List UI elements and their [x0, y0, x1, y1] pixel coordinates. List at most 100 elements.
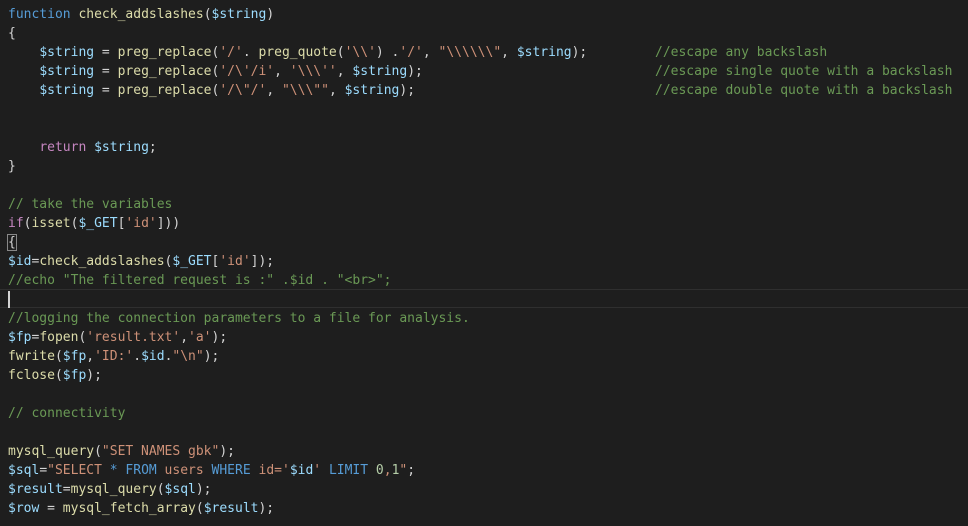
function-call: mysql_query [8, 444, 95, 459]
sql-string: users [156, 463, 212, 478]
sql-string: "SELECT [47, 463, 110, 478]
string-literal: '/\"/' [219, 83, 267, 98]
code-line: { [7, 233, 17, 252]
keyword-return: return [39, 140, 87, 155]
brace: } [8, 159, 16, 174]
statement-end: ); [203, 349, 220, 364]
operator: = [39, 501, 63, 516]
variable: $string [39, 83, 95, 98]
variable: $string [94, 140, 149, 155]
current-line[interactable] [0, 289, 968, 308]
brace: { [8, 26, 16, 41]
inline-comment: //escape single quote with a backslash [655, 64, 953, 79]
variable: $string [516, 45, 572, 60]
function-call: preg_replace [117, 45, 212, 60]
comma: , [86, 349, 95, 364]
comma: , [266, 83, 282, 98]
string-literal: 'ID:' [94, 349, 134, 364]
sql-string: , [383, 463, 392, 478]
code-line: { [8, 24, 16, 43]
function-call: preg_quote [258, 45, 337, 60]
code-line: mysql_query("SET NAMES gbk"); [8, 442, 235, 461]
sql-string: ' [313, 463, 329, 478]
function-call: fwrite [8, 349, 55, 364]
paren: ( [336, 45, 345, 60]
operator: . [133, 349, 142, 364]
paren: ( [195, 501, 204, 516]
variable: $string [352, 64, 408, 79]
sql-string: id= [250, 463, 282, 478]
string-literal: '/' [219, 45, 243, 60]
comma: , [336, 64, 353, 79]
variable: $fp [8, 330, 32, 345]
string-literal: '/\'/i' [219, 64, 275, 79]
code-line: $string = preg_replace('/\'/i', '\\\'', … [8, 62, 423, 81]
operator: = [62, 482, 71, 497]
statement-end: ; [407, 463, 416, 478]
string-literal: 'id' [219, 254, 251, 269]
statement-end: ); [399, 83, 416, 98]
comma: , [422, 45, 439, 60]
string-literal: "\n" [172, 349, 204, 364]
string-literal: '\\\'' [289, 64, 337, 79]
sql-keyword: * [109, 463, 118, 478]
code-line-comment: // connectivity [8, 406, 126, 421]
paren: ( [203, 7, 212, 22]
function-call: isset [31, 216, 71, 231]
sql-string: ' [281, 463, 290, 478]
code-line: $sql="SELECT * FROM users WHERE id='$id'… [8, 461, 415, 480]
bracket: ]); [250, 254, 275, 269]
function-call: mysql_fetch_array [62, 501, 196, 516]
function-call: check_addslashes [39, 254, 165, 269]
sql-keyword: LIMIT [328, 463, 369, 478]
variable: $id [289, 463, 314, 478]
paren: ( [94, 444, 102, 459]
variable: $fp [62, 349, 87, 364]
comma: , [328, 83, 345, 98]
variable: $id [8, 254, 32, 269]
code-line: } [8, 157, 16, 176]
function-call: mysql_query [70, 482, 157, 497]
string-literal: "\\\"" [281, 83, 329, 98]
bracket: ])) [156, 216, 181, 231]
statement-end: ); [211, 330, 228, 345]
comma: , [180, 330, 189, 345]
code-line: $string = preg_replace('/'. preg_quote('… [8, 43, 587, 62]
paren: ) [266, 7, 275, 22]
code-line-comment: //echo "The filtered request is :" .$id … [8, 273, 392, 288]
variable: $string [39, 64, 95, 79]
variable: $result [8, 482, 63, 497]
variable: $id [141, 349, 165, 364]
paren: ( [156, 482, 165, 497]
inline-comment: //escape double quote with a backslash [655, 83, 953, 98]
variable: $_GET [78, 216, 118, 231]
function-call: fopen [39, 330, 79, 345]
string-literal: 'a' [188, 330, 212, 345]
code-editor[interactable]: function check_addslashes($string) { $st… [0, 0, 968, 526]
variable: $row [8, 501, 40, 516]
statement-end: ; [148, 140, 157, 155]
code-line: fwrite($fp,'ID:'.$id."\n"); [8, 347, 219, 366]
code-line: $row = mysql_fetch_array($result); [8, 499, 274, 518]
statement-end: ); [571, 45, 588, 60]
code-line: fclose($fp); [8, 366, 102, 385]
paren: ( [54, 368, 63, 383]
matched-brace: { [7, 234, 17, 251]
operator: . [242, 45, 259, 60]
statement-end: ); [219, 444, 235, 459]
string-literal: '\\' [344, 45, 376, 60]
function-call: preg_replace [117, 64, 212, 79]
comma: , [274, 64, 290, 79]
code-line: $result=mysql_query($sql); [8, 480, 212, 499]
string-literal: "SET NAMES gbk" [101, 444, 220, 459]
number-literal: 0 [375, 463, 384, 478]
code-line-comment: // take the variables [8, 197, 173, 212]
string-literal: 'result.txt' [86, 330, 181, 345]
function-call: fclose [8, 368, 55, 383]
operator: = [94, 64, 118, 79]
code-line: return $string; [8, 138, 157, 157]
text-cursor [8, 291, 10, 308]
sql-string [368, 463, 376, 478]
variable: $string [39, 45, 95, 60]
sql-keyword: WHERE [211, 463, 251, 478]
